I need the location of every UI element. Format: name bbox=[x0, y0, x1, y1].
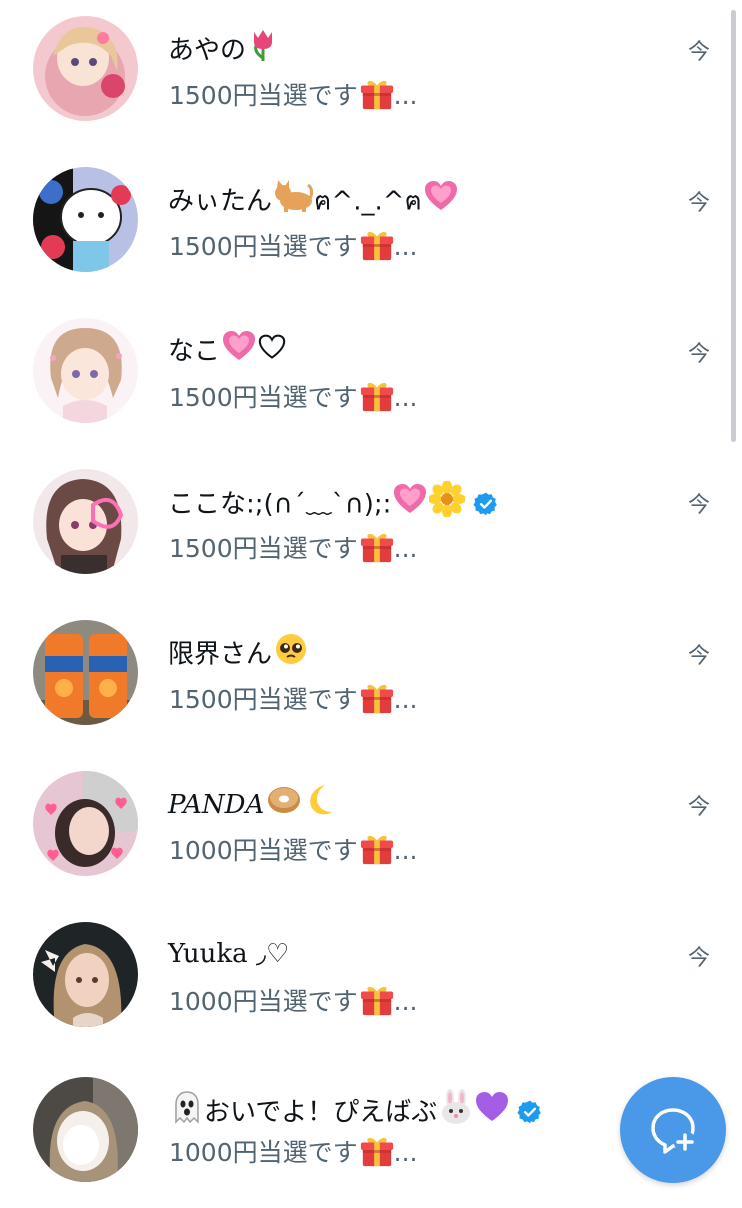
avatar[interactable] bbox=[33, 1077, 138, 1182]
avatar-image bbox=[33, 16, 138, 121]
contact-name: 限界さん bbox=[168, 632, 308, 672]
timestamp: 今 bbox=[687, 795, 710, 820]
message-preview: 1500円当選です... bbox=[169, 378, 417, 418]
growing-heart-icon bbox=[393, 483, 427, 527]
gift-icon bbox=[360, 379, 394, 413]
timestamp: 今 bbox=[687, 191, 710, 216]
contact-name: ここな:;(∩´﹏`∩);: bbox=[168, 480, 499, 521]
conversation-row[interactable]: 限界さん 1500円当選です... 今 bbox=[0, 604, 742, 755]
purple-heart-icon bbox=[475, 1091, 509, 1135]
avatar-image bbox=[33, 620, 138, 725]
white-heart-icon bbox=[258, 332, 286, 372]
message-preview: 1500円当選です... bbox=[169, 227, 417, 267]
avatar[interactable] bbox=[33, 167, 138, 272]
bagel-icon bbox=[266, 783, 302, 829]
timestamp: 今 bbox=[687, 493, 710, 518]
avatar-image bbox=[33, 1077, 138, 1182]
conversation-row[interactable]: みぃたん ฅ^._.^ฅ 1500円当選です... 今 bbox=[0, 151, 742, 302]
ghost-icon bbox=[170, 1090, 204, 1136]
avatar[interactable] bbox=[33, 922, 138, 1027]
message-preview: 1500円当選です... bbox=[169, 529, 417, 569]
contact-name: なこ bbox=[168, 330, 286, 370]
avatar-image bbox=[33, 469, 138, 574]
avatar[interactable] bbox=[33, 620, 138, 725]
gift-icon bbox=[360, 530, 394, 564]
message-preview: 1000円当選です... bbox=[169, 1133, 417, 1173]
conversation-list: あやの 1500円当選です... 今 みぃたん ฅ^._.^ฅ 1500円当選です… bbox=[0, 0, 742, 1200]
contact-name: みぃたん ฅ^._.^ฅ bbox=[168, 179, 458, 219]
avatar-image bbox=[33, 167, 138, 272]
message-preview: 1000円当選です... bbox=[169, 831, 417, 871]
gift-icon bbox=[360, 77, 394, 111]
avatar-image bbox=[33, 922, 138, 1027]
avatar[interactable] bbox=[33, 771, 138, 876]
conversation-row[interactable]: Yuuka ◞♡ 1000円当選です... 今 bbox=[0, 906, 742, 1057]
timestamp: 今 bbox=[687, 342, 710, 367]
conversation-row[interactable]: あやの 1500円当選です... 今 bbox=[0, 0, 742, 151]
message-preview: 1000円当選です... bbox=[169, 982, 417, 1022]
gift-icon bbox=[360, 1134, 394, 1168]
gift-icon bbox=[360, 832, 394, 866]
verified-badge-icon bbox=[517, 1099, 543, 1125]
timestamp: 今 bbox=[687, 644, 710, 669]
growing-heart-icon bbox=[222, 330, 256, 374]
crescent-moon-icon bbox=[304, 783, 336, 829]
avatar-image bbox=[33, 771, 138, 876]
new-message-button[interactable] bbox=[620, 1077, 726, 1183]
message-preview: 1500円当選です... bbox=[169, 680, 417, 720]
contact-name: PANDA bbox=[168, 783, 336, 823]
contact-name: Yuuka ◞♡ bbox=[168, 939, 290, 969]
scrollbar[interactable] bbox=[731, 10, 736, 442]
message-preview: 1500円当選です... bbox=[169, 76, 417, 116]
timestamp: 今 bbox=[687, 40, 710, 65]
blossom-icon bbox=[428, 480, 467, 529]
contact-name: おいでよ！ぴえばぶ bbox=[168, 1089, 543, 1129]
verified-badge-icon bbox=[473, 491, 499, 517]
avatar-image bbox=[33, 318, 138, 423]
avatar[interactable] bbox=[33, 318, 138, 423]
conversation-row[interactable]: なこ 1500円当選です... 今 bbox=[0, 302, 742, 453]
conversation-row[interactable]: PANDA 1000円当選です... 今 bbox=[0, 755, 742, 906]
contact-name: あやの bbox=[168, 28, 278, 68]
gift-icon bbox=[360, 228, 394, 262]
growing-heart-icon bbox=[424, 180, 458, 224]
pleading-face-icon bbox=[274, 632, 308, 678]
conversation-row[interactable]: ここな:;(∩´﹏`∩);: 1500円当選です... 今 bbox=[0, 453, 742, 604]
cat-icon bbox=[274, 179, 314, 225]
gift-icon bbox=[360, 681, 394, 715]
avatar[interactable] bbox=[33, 16, 138, 121]
tulip-icon bbox=[248, 28, 278, 74]
new-message-icon bbox=[651, 1108, 696, 1154]
avatar[interactable] bbox=[33, 469, 138, 574]
timestamp: 今 bbox=[687, 946, 710, 971]
rabbit-face-icon bbox=[439, 1089, 473, 1137]
gift-icon bbox=[360, 983, 394, 1017]
